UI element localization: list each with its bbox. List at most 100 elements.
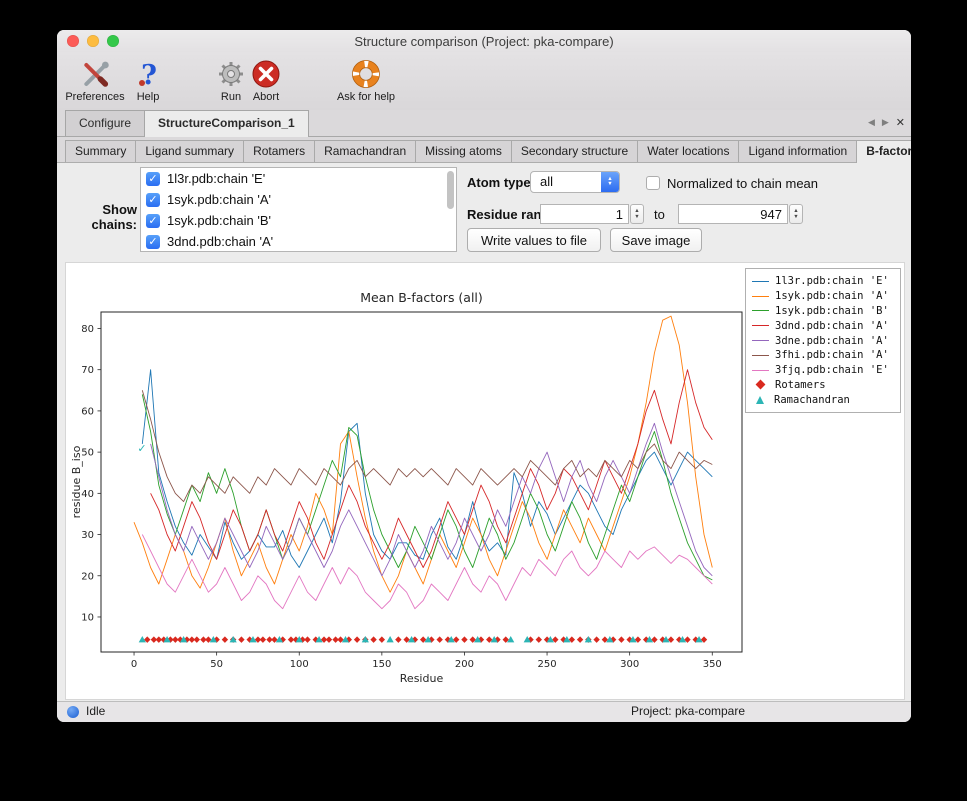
residue-to-input[interactable]: 947 bbox=[678, 204, 788, 224]
legend-line-swatch bbox=[752, 296, 769, 297]
subtab-rotamers[interactable]: Rotamers bbox=[243, 140, 315, 162]
subtab-summary[interactable]: Summary bbox=[65, 140, 136, 162]
close-tab-icon[interactable]: ✕ bbox=[896, 116, 905, 129]
chain-checkbox[interactable]: ✓ bbox=[146, 193, 160, 207]
sub-tab-bar: SummaryLigand summaryRotamersRamachandra… bbox=[57, 137, 911, 163]
toolbar-item-label: Abort bbox=[253, 91, 279, 103]
main-tab-nav: ◀ ▶ ✕ bbox=[868, 116, 905, 129]
stepper-down-icon: ▼ bbox=[793, 214, 798, 220]
save-image-button[interactable]: Save image bbox=[610, 228, 702, 252]
svg-text:50: 50 bbox=[210, 659, 223, 670]
minimize-window-button[interactable] bbox=[87, 35, 99, 47]
subtab-ramachandran[interactable]: Ramachandran bbox=[314, 140, 416, 162]
chain-list-item[interactable]: ✓ 1syk.pdb:chain 'B' bbox=[141, 210, 456, 231]
atom-type-dropdown[interactable]: all ▲ ▼ bbox=[530, 171, 620, 193]
subtab-secondary-structure[interactable]: Secondary structure bbox=[511, 140, 638, 162]
subtab-b-factors[interactable]: B-factors bbox=[856, 140, 911, 163]
chain-list-item[interactable]: ✓3dnd.pdb:chain 'A' bbox=[141, 231, 456, 252]
project-label: Project: pka-compare bbox=[631, 702, 745, 721]
legend-line-swatch bbox=[752, 281, 769, 282]
legend-entry: Rotamers bbox=[752, 378, 894, 393]
main-tab-bar: ConfigureStructureComparison_1 bbox=[57, 110, 911, 137]
chain-checkbox[interactable]: ✓ bbox=[146, 214, 160, 228]
triangle-marker-icon bbox=[756, 396, 764, 404]
svg-text:250: 250 bbox=[538, 659, 557, 670]
title-bar: Structure comparison (Project: pka-compa… bbox=[57, 30, 911, 52]
tab-configure[interactable]: Configure bbox=[65, 110, 145, 136]
legend-entry: 3fjq.pdb:chain 'E' bbox=[752, 363, 894, 378]
legend-label: 3fjq.pdb:chain 'E' bbox=[775, 364, 889, 376]
run-gear-icon bbox=[216, 57, 246, 91]
svg-text:70: 70 bbox=[81, 365, 94, 376]
diamond-marker-icon bbox=[756, 380, 766, 390]
chain-list[interactable]: ✓ 1l3r.pdb:chain 'E' ✓ 1syk.pdb:chain 'A' ✓ 1… bbox=[140, 167, 457, 252]
legend-line-swatch bbox=[752, 370, 769, 371]
toolbar-item-abort[interactable]: Abort bbox=[251, 57, 281, 103]
app-window: Structure comparison (Project: pka-compa… bbox=[57, 30, 911, 722]
legend-line-swatch bbox=[752, 340, 769, 341]
svg-text:60: 60 bbox=[81, 406, 94, 417]
legend-label: Ramachandran bbox=[774, 394, 850, 406]
chart-panel: Mean B-factors (all)residue B_isoResidue… bbox=[65, 262, 905, 700]
subtab-water-locations[interactable]: Water locations bbox=[637, 140, 739, 162]
subtab-ligand-summary[interactable]: Ligand summary bbox=[135, 140, 244, 162]
atom-type-value: all bbox=[540, 172, 553, 192]
svg-text:0: 0 bbox=[131, 659, 137, 670]
svg-text:?: ? bbox=[141, 60, 157, 89]
normalized-checkbox[interactable] bbox=[646, 176, 660, 190]
residue-from-stepper[interactable]: ▲ ▼ bbox=[630, 204, 644, 224]
toolbar-item-preferences[interactable]: Preferences bbox=[65, 57, 124, 103]
chain-label: 1syk.pdb:chain 'A' bbox=[167, 192, 271, 207]
write-values-button[interactable]: Write values to file bbox=[467, 228, 601, 252]
chevron-down-icon: ▼ bbox=[607, 182, 612, 188]
status-indicator-icon bbox=[67, 706, 79, 718]
residue-from-input[interactable]: 1 bbox=[540, 204, 629, 224]
tab-scroll-left-icon[interactable]: ◀ bbox=[868, 117, 875, 128]
legend-label: Rotamers bbox=[775, 379, 826, 391]
close-window-button[interactable] bbox=[67, 35, 79, 47]
toolbar-item-label: Help bbox=[137, 91, 160, 103]
legend-entry: 1syk.pdb:chain 'A' bbox=[752, 289, 894, 304]
zoom-window-button[interactable] bbox=[107, 35, 119, 47]
residue-to-stepper[interactable]: ▲ ▼ bbox=[789, 204, 803, 224]
toolbar-item-help[interactable]: ? Help bbox=[133, 57, 163, 103]
chain-label: 1l3r.pdb:chain 'E' bbox=[167, 171, 265, 186]
help-question-icon: ? bbox=[133, 57, 163, 91]
chain-list-scrollbar[interactable] bbox=[447, 171, 454, 209]
svg-text:50: 50 bbox=[81, 448, 94, 459]
tab-scroll-right-icon[interactable]: ▶ bbox=[882, 117, 889, 128]
subtab-ligand-information[interactable]: Ligand information bbox=[738, 140, 857, 162]
chain-list-item[interactable]: ✓ 1syk.pdb:chain 'A' bbox=[141, 189, 456, 210]
legend-entry: 3dnd.pdb:chain 'A' bbox=[752, 318, 894, 333]
atom-type-label: Atom type: bbox=[467, 175, 535, 190]
legend-entry: 3dne.pdb:chain 'A' bbox=[752, 333, 894, 348]
toolbar: Preferences? Help Run Abort Ask for help bbox=[57, 52, 911, 111]
lifebuoy-icon bbox=[351, 57, 381, 91]
toolbar-item-ask-for-help[interactable]: Ask for help bbox=[337, 57, 395, 103]
subtab-missing-atoms[interactable]: Missing atoms bbox=[415, 140, 512, 162]
show-chains-label: Show chains: bbox=[59, 202, 137, 232]
chart-legend: 1l3r.pdb:chain 'E'1syk.pdb:chain 'A'1syk… bbox=[745, 268, 901, 413]
dropdown-arrows-icon: ▲ ▼ bbox=[601, 172, 619, 192]
svg-text:40: 40 bbox=[81, 489, 94, 500]
tab-structurecomparison_1[interactable]: StructureComparison_1 bbox=[144, 110, 309, 137]
status-bar: Idle Project: pka-compare bbox=[57, 701, 911, 722]
abort-icon bbox=[251, 57, 281, 91]
chain-checkbox[interactable]: ✓ bbox=[146, 172, 160, 186]
svg-text:150: 150 bbox=[372, 659, 391, 670]
legend-line-swatch bbox=[752, 325, 769, 326]
chain-list-item[interactable]: ✓ 1l3r.pdb:chain 'E' bbox=[141, 168, 456, 189]
legend-label: 3dne.pdb:chain 'A' bbox=[775, 335, 889, 347]
legend-entry: Ramachandran bbox=[752, 392, 894, 407]
status-text: Idle bbox=[86, 702, 105, 721]
toolbar-item-run[interactable]: Run bbox=[216, 57, 246, 103]
svg-text:300: 300 bbox=[620, 659, 639, 670]
normalized-label: Normalized to chain mean bbox=[667, 176, 818, 191]
legend-label: 3dnd.pdb:chain 'A' bbox=[775, 320, 889, 332]
svg-text:Mean B-factors (all): Mean B-factors (all) bbox=[360, 290, 483, 305]
legend-label: 1syk.pdb:chain 'B' bbox=[775, 305, 889, 317]
chain-checkbox[interactable]: ✓ bbox=[146, 235, 160, 249]
legend-entry: 3fhi.pdb:chain 'A' bbox=[752, 348, 894, 363]
chain-label: 1syk.pdb:chain 'B' bbox=[167, 213, 271, 228]
legend-entry: 1l3r.pdb:chain 'E' bbox=[752, 274, 894, 289]
